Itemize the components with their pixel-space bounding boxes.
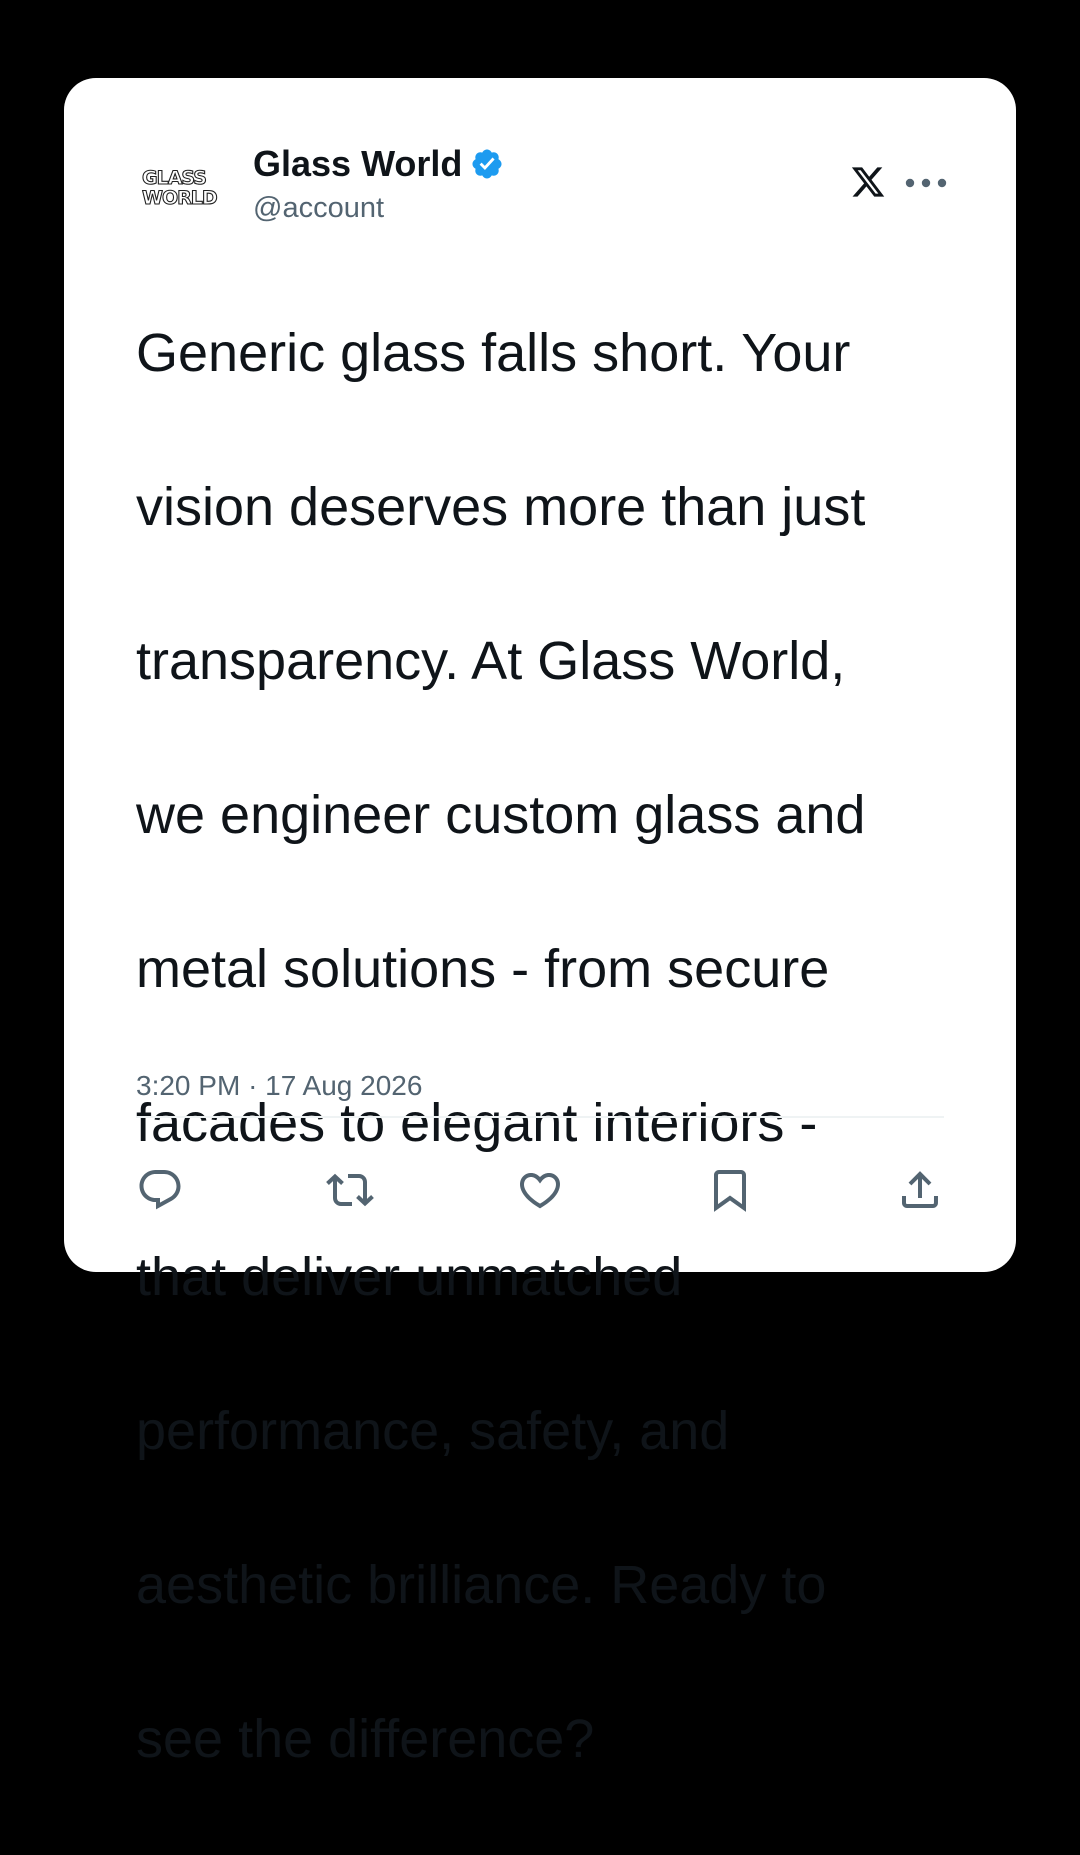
- verified-badge-icon: [472, 149, 502, 179]
- svg-text:WORLD: WORLD: [142, 187, 217, 209]
- tweet-text-line: we engineer custom glass and: [136, 785, 866, 845]
- tweet-text-line: metal solutions - from secure: [136, 939, 830, 999]
- svg-text:GLASS: GLASS: [142, 167, 206, 189]
- tweet-text-line: transparency. At Glass World,: [136, 631, 846, 691]
- tweet-actions-bar: [136, 1166, 944, 1216]
- retweet-button[interactable]: [326, 1166, 374, 1214]
- account-handle[interactable]: @account: [253, 190, 384, 226]
- share-icon: [902, 1171, 938, 1208]
- divider: [136, 1116, 944, 1118]
- tweet-text-line: Generic glass falls short. Your: [136, 323, 851, 383]
- more-options-icon[interactable]: [902, 166, 950, 200]
- tweet-text-line: aesthetic brilliance. Ready to: [136, 1555, 827, 1615]
- bookmark-button[interactable]: [706, 1166, 754, 1214]
- like-icon: [519, 1173, 561, 1209]
- tweet-text-line: vision deserves more than just: [136, 477, 866, 537]
- tweet-text-line: performance, safety, and: [136, 1401, 730, 1461]
- tweet-card: GLASS WORLD Glass World @account Generic…: [64, 78, 1016, 1769]
- timestamp-separator: ·: [248, 1070, 258, 1101]
- x-logo-icon[interactable]: [850, 164, 886, 200]
- retweet-icon: [326, 1173, 374, 1207]
- tweet-text-line: see the difference?: [136, 1709, 595, 1769]
- tweet-timestamp[interactable]: 3:20 PM · 17 Aug 2026: [136, 1068, 422, 1104]
- tweet-text: Generic glass falls short. Your vision d…: [136, 238, 936, 1855]
- share-button[interactable]: [896, 1166, 944, 1214]
- reply-icon: [139, 1170, 181, 1210]
- display-name[interactable]: Glass World: [253, 144, 462, 184]
- glass-world-logo-icon: GLASS WORLD: [141, 166, 218, 209]
- like-button[interactable]: [516, 1166, 564, 1214]
- account-name-row: Glass World: [253, 144, 504, 184]
- tweet-time: 3:20 PM: [136, 1070, 241, 1101]
- tweet-date: 17 Aug 2026: [265, 1070, 423, 1101]
- account-avatar[interactable]: GLASS WORLD: [138, 162, 232, 214]
- bookmark-icon: [714, 1170, 746, 1212]
- reply-button[interactable]: [136, 1166, 184, 1214]
- tweet-text-line: that deliver unmatched: [136, 1247, 683, 1307]
